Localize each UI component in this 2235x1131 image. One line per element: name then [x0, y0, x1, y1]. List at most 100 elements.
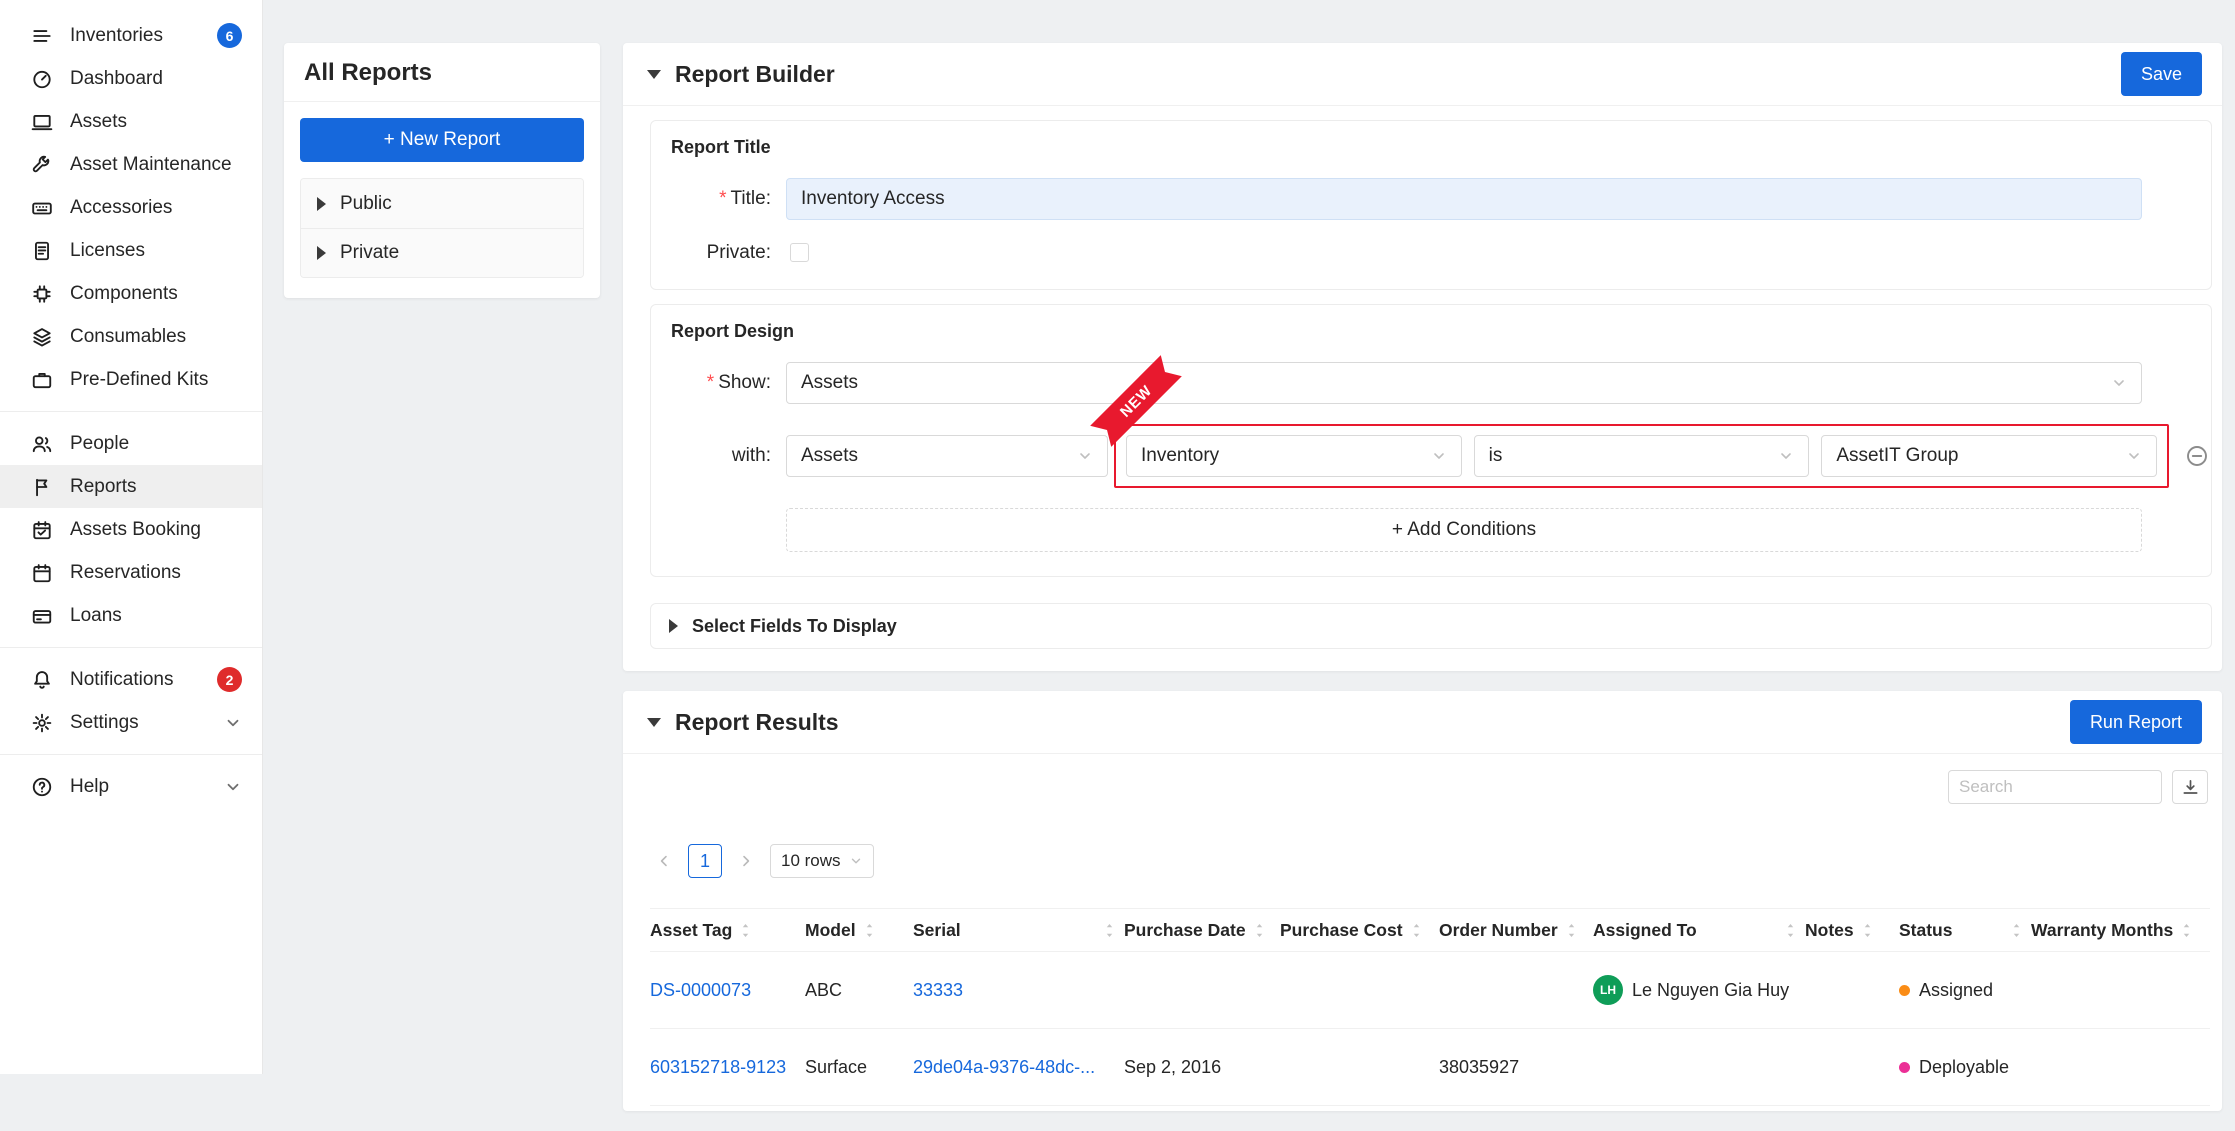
private-label: Private:: [651, 242, 771, 264]
report-group-private[interactable]: Private: [301, 228, 583, 277]
run-report-button[interactable]: Run Report: [2070, 700, 2202, 744]
sort-icon: [1565, 922, 1578, 939]
gear-icon: [30, 711, 54, 735]
report-group-label: Public: [340, 193, 392, 215]
select-fields-toggle[interactable]: Select Fields To Display: [650, 603, 2212, 649]
rows-per-page-select[interactable]: 10 rows: [770, 844, 874, 878]
sidebar-item-pre-defined-kits[interactable]: Pre-Defined Kits: [0, 358, 262, 401]
condition-value-select[interactable]: AssetIT Group: [1821, 435, 2157, 477]
column-header-notes[interactable]: Notes: [1805, 909, 1899, 951]
sidebar-item-help[interactable]: Help: [0, 765, 262, 808]
report-group-public[interactable]: Public: [301, 179, 583, 228]
sidebar-item-label: Inventories: [70, 25, 163, 47]
report-builder-header[interactable]: Report Builder Save: [623, 43, 2222, 106]
briefcase-icon: [30, 368, 54, 392]
asset-tag-link[interactable]: 603152718-9123: [650, 1057, 786, 1078]
chip-icon: [30, 282, 54, 306]
sidebar-item-label: Consumables: [70, 326, 186, 348]
report-design-section: Report Design *Show: Assets with: Assets…: [650, 304, 2212, 577]
report-results-title: Report Results: [675, 709, 839, 736]
serial-link[interactable]: 29de04a-9376-48dc-...: [913, 1057, 1095, 1078]
select-fields-label: Select Fields To Display: [692, 616, 897, 637]
purchase-cost-cell: [1280, 952, 1439, 1028]
column-header-warranty-months[interactable]: Warranty Months: [2031, 909, 2210, 951]
column-header-order-number[interactable]: Order Number: [1439, 909, 1593, 951]
sidebar-item-reports[interactable]: Reports: [0, 465, 262, 508]
sidebar-item-people[interactable]: People: [0, 422, 262, 465]
sidebar-item-reservations[interactable]: Reservations: [0, 551, 262, 594]
sidebar-item-licenses[interactable]: Licenses: [0, 229, 262, 272]
report-groups: Public Private: [300, 178, 584, 278]
chevron-down-icon: [2126, 448, 2142, 464]
column-header-assigned-to[interactable]: Assigned To: [1593, 909, 1805, 951]
required-marker: *: [707, 372, 714, 393]
table-row: 603152718-9123 Surface 29de04a-9376-48dc…: [650, 1029, 2210, 1106]
sidebar: Inventories 6 Dashboard Assets Asset Mai…: [0, 0, 263, 1074]
sidebar-item-asset-maintenance[interactable]: Asset Maintenance: [0, 143, 262, 186]
chevron-down-icon: [2111, 375, 2127, 391]
page-1-button[interactable]: 1: [688, 844, 722, 878]
sidebar-item-label: Dashboard: [70, 68, 163, 90]
caret-right-icon: [317, 197, 326, 211]
sidebar-divider: [0, 754, 262, 755]
condition-field-select[interactable]: Inventory: [1126, 435, 1462, 477]
column-header-purchase-cost[interactable]: Purchase Cost: [1280, 909, 1439, 951]
asset-tag-link[interactable]: DS-0000073: [650, 980, 751, 1001]
people-icon: [30, 432, 54, 456]
sidebar-item-assets[interactable]: Assets: [0, 100, 262, 143]
flag-icon: [30, 475, 54, 499]
prev-page-button[interactable]: [656, 853, 672, 869]
new-report-button[interactable]: + New Report: [300, 118, 584, 162]
sidebar-item-inventories[interactable]: Inventories 6: [0, 14, 262, 57]
private-checkbox[interactable]: [790, 243, 809, 262]
sidebar-item-accessories[interactable]: Accessories: [0, 186, 262, 229]
sidebar-item-notifications[interactable]: Notifications 2: [0, 658, 262, 701]
sidebar-item-components[interactable]: Components: [0, 272, 262, 315]
report-results-header[interactable]: Report Results Run Report: [623, 691, 2222, 754]
save-button[interactable]: Save: [2121, 52, 2202, 96]
license-document-icon: [30, 239, 54, 263]
sidebar-item-label: Reports: [70, 476, 137, 498]
column-header-purchase-date[interactable]: Purchase Date: [1124, 909, 1280, 951]
show-select[interactable]: Assets: [786, 362, 2142, 404]
condition-operator-select[interactable]: is: [1474, 435, 1810, 477]
sort-icon: [1861, 922, 1874, 939]
sidebar-item-consumables[interactable]: Consumables: [0, 315, 262, 358]
with-select[interactable]: Assets: [786, 435, 1108, 477]
status-label: Assigned: [1919, 980, 1993, 1001]
model-cell: Surface: [805, 1029, 913, 1105]
column-header-status[interactable]: Status: [1899, 909, 2031, 951]
show-label: *Show:: [651, 372, 771, 394]
sidebar-item-dashboard[interactable]: Dashboard: [0, 57, 262, 100]
add-conditions-button[interactable]: + Add Conditions: [786, 508, 2142, 552]
serial-link[interactable]: 33333: [913, 980, 963, 1001]
download-button[interactable]: [2172, 770, 2208, 804]
sort-icon: [2180, 922, 2193, 939]
sidebar-item-settings[interactable]: Settings: [0, 701, 262, 744]
remove-condition-button[interactable]: [2185, 444, 2209, 468]
sidebar-item-label: Notifications: [70, 669, 174, 691]
table-header-row: Asset Tag Model Serial Purchase Date Pur…: [650, 908, 2210, 952]
assigned-to-cell: LH Le Nguyen Gia Huy: [1593, 952, 1805, 1028]
sidebar-item-assets-booking[interactable]: Assets Booking: [0, 508, 262, 551]
pagination: 1 10 rows: [656, 844, 2222, 878]
results-toolbar: [623, 754, 2222, 804]
bell-icon: [30, 668, 54, 692]
search-input[interactable]: [1948, 770, 2162, 804]
next-page-button[interactable]: [738, 853, 754, 869]
column-header-model[interactable]: Model: [805, 909, 913, 951]
title-input[interactable]: [786, 178, 2142, 220]
sidebar-item-label: Accessories: [70, 197, 172, 219]
with-row: with: Assets NEW Inventory is: [651, 424, 2211, 488]
booking-calendar-icon: [30, 518, 54, 542]
assigned-to-cell: [1593, 1029, 1805, 1105]
caret-down-icon: [647, 70, 661, 79]
chevron-down-icon: [224, 778, 242, 796]
column-header-asset-tag[interactable]: Asset Tag: [650, 909, 805, 951]
help-icon: [30, 775, 54, 799]
column-header-serial[interactable]: Serial: [913, 909, 1124, 951]
status-dot: [1899, 1062, 1910, 1073]
title-label: *Title:: [651, 188, 771, 210]
sidebar-item-label: Assets: [70, 111, 127, 133]
sidebar-item-loans[interactable]: Loans: [0, 594, 262, 637]
